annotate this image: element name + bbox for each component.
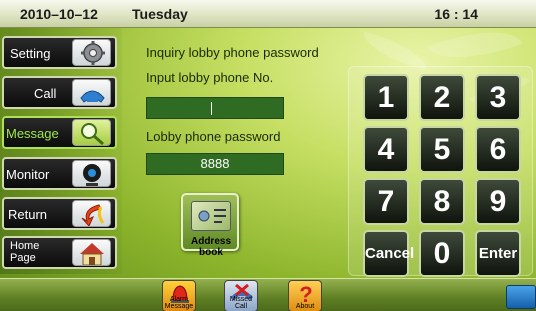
clock-text: 16 : 14 [434, 6, 478, 22]
sidebar-item-monitor[interactable]: Monitor [2, 157, 117, 190]
monitor-icon[interactable] [506, 285, 536, 309]
key-8[interactable]: 8 [419, 178, 465, 225]
key-3[interactable]: 3 [475, 74, 521, 121]
magnifier-icon [72, 119, 111, 146]
key-7[interactable]: 7 [363, 178, 409, 225]
numeric-keypad: 1 2 3 4 5 6 7 8 9 Cancel 0 Enter [348, 66, 533, 277]
address-book-button[interactable]: Address book [181, 193, 239, 258]
about-button[interactable]: ? About [288, 280, 322, 311]
cancel-button[interactable]: Cancel [363, 230, 414, 277]
camera-icon [72, 160, 111, 187]
sidebar-item-label: Return [8, 207, 48, 222]
missed-call-label: Missed Call [229, 296, 253, 310]
phone-icon [72, 79, 111, 106]
status-bar: 2010–10–12 Tuesday 16 : 14 [0, 0, 536, 28]
sidebar-item-return[interactable]: Return [2, 197, 117, 230]
gear-icon [72, 39, 111, 66]
password-label: Lobby phone password [146, 129, 281, 144]
key-0[interactable]: 0 [419, 230, 465, 277]
sidebar-item-label: Message [6, 126, 59, 141]
alarm-message-button[interactable]: Alarm Message [162, 280, 196, 311]
password-field[interactable]: 8888 [146, 153, 284, 175]
address-book-icon [191, 201, 231, 231]
sidebar-item-label: Setting [10, 46, 51, 61]
page-title: Inquiry lobby phone password [146, 45, 319, 60]
house-icon [72, 239, 111, 266]
key-2[interactable]: 2 [419, 74, 465, 121]
key-6[interactable]: 6 [475, 126, 521, 173]
svg-text:?: ? [299, 282, 312, 305]
key-4[interactable]: 4 [363, 126, 409, 173]
phone-no-input[interactable] [146, 97, 284, 119]
missed-call-button[interactable]: Missed Call [224, 280, 258, 311]
sidebar-item-call[interactable]: Call [2, 76, 117, 109]
sidebar-item-home-page[interactable]: Home Page [2, 236, 117, 269]
sidebar-item-message[interactable]: Message [2, 116, 117, 149]
sidebar-item-label: Monitor [6, 167, 50, 182]
date-text: 2010–10–12 [20, 6, 98, 22]
alarm-message-label: Alarm Message [164, 296, 194, 310]
sidebar-item-label: Home Page [10, 240, 40, 264]
return-arrow-icon [72, 200, 111, 227]
key-5[interactable]: 5 [419, 126, 465, 173]
bottom-bar: Alarm Message Missed Call ? About [0, 278, 536, 311]
sidebar-item-label: Call [34, 86, 57, 101]
sidebar: Setting Call Message Monitor Return Home… [0, 28, 122, 274]
question-icon: ? [299, 282, 312, 307]
key-1[interactable]: 1 [363, 74, 409, 121]
text-caret [211, 102, 212, 115]
about-label: About [295, 303, 315, 310]
address-book-label: Address book [190, 236, 231, 258]
key-9[interactable]: 9 [475, 178, 521, 225]
sidebar-item-setting[interactable]: Setting [2, 36, 117, 69]
leaf-decoration [358, 31, 432, 71]
enter-button[interactable]: Enter [475, 230, 521, 277]
phone-no-label: Input lobby phone No. [146, 70, 274, 85]
intercom-screen: 2010–10–12 Tuesday 16 : 14 Setting Call [0, 0, 536, 311]
day-text: Tuesday [132, 6, 188, 22]
